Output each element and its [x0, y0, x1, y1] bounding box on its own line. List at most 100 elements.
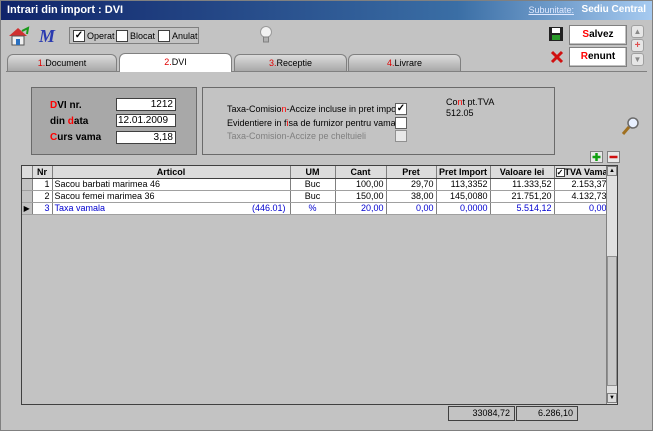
- dvi-panel: DVI nr. 1212 din data 12.01.2009 Curs va…: [31, 87, 197, 155]
- cell-pret-import[interactable]: 113,3352: [436, 178, 491, 191]
- tab-livrare-label: Livrare: [394, 58, 423, 68]
- cell-um[interactable]: %: [290, 202, 336, 215]
- opt-taxa-incluse-label: Taxa-Comision-Accize incluse in pret imp…: [227, 104, 402, 114]
- tab-receptie-label: Receptie: [276, 58, 313, 68]
- cell-pret-import[interactable]: 145,0080: [436, 190, 491, 203]
- anulat-label: Anulat: [172, 31, 198, 41]
- cell-cant[interactable]: 20,00: [335, 202, 387, 215]
- row-indicator[interactable]: [22, 178, 33, 191]
- table-row[interactable]: ▶ 3 Taxa vamala (446.01) % 20,00 0,00 0,0…: [22, 202, 610, 215]
- subunit-value[interactable]: Sediu Central: [582, 4, 646, 15]
- total-valoare: 33084,72: [448, 406, 515, 421]
- operat-checkbox[interactable]: ✓ Operat: [73, 30, 115, 42]
- cell-pret[interactable]: 0,00: [386, 202, 437, 215]
- options-panel: Taxa-Comision-Accize incluse in pret imp…: [202, 87, 555, 155]
- subunit-label: Subunitate:: [528, 5, 574, 15]
- operat-label: Operat: [87, 31, 115, 41]
- cell-tva[interactable]: 2.153,37: [554, 178, 610, 191]
- title-bar: Intrari din import : DVI Subunitate: Sed…: [1, 1, 652, 20]
- opt-cheltuieli-box[interactable]: [395, 130, 407, 142]
- tab-dvi[interactable]: 2.DVI: [119, 53, 232, 72]
- cancel-label: enunt: [588, 51, 616, 62]
- row-indicator[interactable]: [22, 190, 33, 203]
- cancel-x-icon[interactable]: [550, 50, 564, 64]
- tab-receptie[interactable]: 3.Receptie: [234, 54, 347, 71]
- operat-check-box[interactable]: ✓: [73, 30, 85, 42]
- scroll-down-small-button[interactable]: ▼: [631, 53, 644, 66]
- grid-scrollbar[interactable]: ▲ ▼: [606, 166, 617, 404]
- m-logo-icon[interactable]: M: [38, 26, 62, 46]
- col-header-articol[interactable]: Articol: [52, 166, 291, 179]
- tab-document[interactable]: 1.Document: [7, 54, 117, 71]
- tab-dvi-label: DVI: [171, 57, 187, 67]
- anulat-check-box[interactable]: [158, 30, 170, 42]
- cell-cant[interactable]: 100,00: [335, 178, 387, 191]
- add-row-icon[interactable]: [590, 151, 603, 163]
- items-table: Nr Articol UM Cant Pret Pret Import Valo…: [22, 166, 610, 215]
- save-disk-icon[interactable]: [548, 26, 564, 42]
- cancel-hotkey: R: [580, 51, 588, 62]
- items-grid[interactable]: Nr Articol UM Cant Pret Pret Import Valo…: [21, 165, 618, 405]
- col-header-pret-import[interactable]: Pret Import: [436, 166, 491, 179]
- scroll-up-small-button[interactable]: ▲: [631, 25, 644, 38]
- blocat-checkbox[interactable]: Blocat: [116, 30, 155, 42]
- cell-pret[interactable]: 29,70: [386, 178, 437, 191]
- cell-um[interactable]: Buc: [290, 178, 336, 191]
- cont-tva-value[interactable]: 512.05: [446, 108, 474, 118]
- home-icon[interactable]: [7, 26, 31, 46]
- lightbulb-icon[interactable]: [259, 25, 273, 45]
- col-header-tva-vama[interactable]: ✓TVA Vama: [554, 166, 610, 179]
- col-header-pret[interactable]: Pret: [386, 166, 437, 179]
- cell-nr[interactable]: 2: [32, 190, 53, 203]
- row-indicator-current[interactable]: ▶: [22, 202, 33, 215]
- cell-articol[interactable]: Sacou femei marimea 36: [52, 190, 291, 203]
- tab-livrare[interactable]: 4.Livrare: [348, 54, 461, 71]
- status-checks: ✓ Operat Blocat Anulat: [69, 27, 199, 44]
- cell-articol[interactable]: Taxa vamala (446.01): [52, 202, 291, 215]
- col-header-valoare[interactable]: Valoare lei: [490, 166, 555, 179]
- cell-nr[interactable]: 3: [32, 202, 53, 215]
- scroll-thumb[interactable]: [607, 256, 617, 386]
- opt-taxa-incluse-box[interactable]: ✓: [395, 103, 407, 115]
- scroll-up-arrow[interactable]: ▲: [607, 166, 617, 176]
- cell-tva[interactable]: 0,00: [554, 202, 610, 215]
- anulat-checkbox[interactable]: Anulat: [158, 30, 198, 42]
- tva-vama-header-label: TVA Vama: [564, 166, 608, 177]
- tva-vama-checkbox[interactable]: ✓: [555, 167, 565, 177]
- add-small-button[interactable]: +: [631, 39, 644, 52]
- row-indicator-header: [22, 166, 33, 179]
- remove-row-icon[interactable]: [607, 151, 620, 163]
- cell-articol[interactable]: Sacou barbati marimea 46: [52, 178, 291, 191]
- dvi-nr-input[interactable]: 1212: [116, 98, 176, 111]
- save-button[interactable]: Salvez: [569, 25, 627, 45]
- table-row[interactable]: 2 Sacou femei marimea 36 Buc 150,00 38,0…: [22, 190, 610, 203]
- dvi-nr-label: DVI nr.: [50, 100, 82, 111]
- cell-valoare[interactable]: 11.333,52: [490, 178, 555, 191]
- opt-evidentiere-box[interactable]: [395, 117, 407, 129]
- cell-um[interactable]: Buc: [290, 190, 336, 203]
- cancel-button[interactable]: Renunt: [569, 47, 627, 67]
- col-header-um[interactable]: UM: [290, 166, 336, 179]
- col-header-cant[interactable]: Cant: [335, 166, 387, 179]
- curs-vama-input[interactable]: 3,18: [116, 131, 176, 144]
- opt-evidentiere-checkbox[interactable]: [395, 117, 409, 129]
- cell-pret[interactable]: 38,00: [386, 190, 437, 203]
- cell-tva[interactable]: 4.132,73: [554, 190, 610, 203]
- blocat-check-box[interactable]: [116, 30, 128, 42]
- cell-nr[interactable]: 1: [32, 178, 53, 191]
- tab-livrare-num: 4.: [386, 58, 395, 68]
- opt-cheltuieli-checkbox[interactable]: [395, 130, 409, 142]
- din-data-input[interactable]: 12.01.2009: [116, 114, 176, 127]
- table-row[interactable]: 1 Sacou barbati marimea 46 Buc 100,00 29…: [22, 178, 610, 191]
- save-label: alvez: [589, 29, 614, 40]
- col-header-nr[interactable]: Nr: [32, 166, 53, 179]
- cell-valoare[interactable]: 21.751,20: [490, 190, 555, 203]
- scroll-down-arrow[interactable]: ▼: [607, 393, 617, 403]
- cell-cant[interactable]: 150,00: [335, 190, 387, 203]
- cell-valoare[interactable]: 5.514,12: [490, 202, 555, 215]
- opt-taxa-incluse-checkbox[interactable]: ✓: [395, 103, 409, 115]
- magnifier-icon[interactable]: [621, 116, 641, 136]
- cell-pret-import[interactable]: 0,0000: [436, 202, 491, 215]
- window-title: Intrari din import : DVI: [7, 4, 124, 16]
- curs-vama-label: Curs vama: [50, 132, 102, 143]
